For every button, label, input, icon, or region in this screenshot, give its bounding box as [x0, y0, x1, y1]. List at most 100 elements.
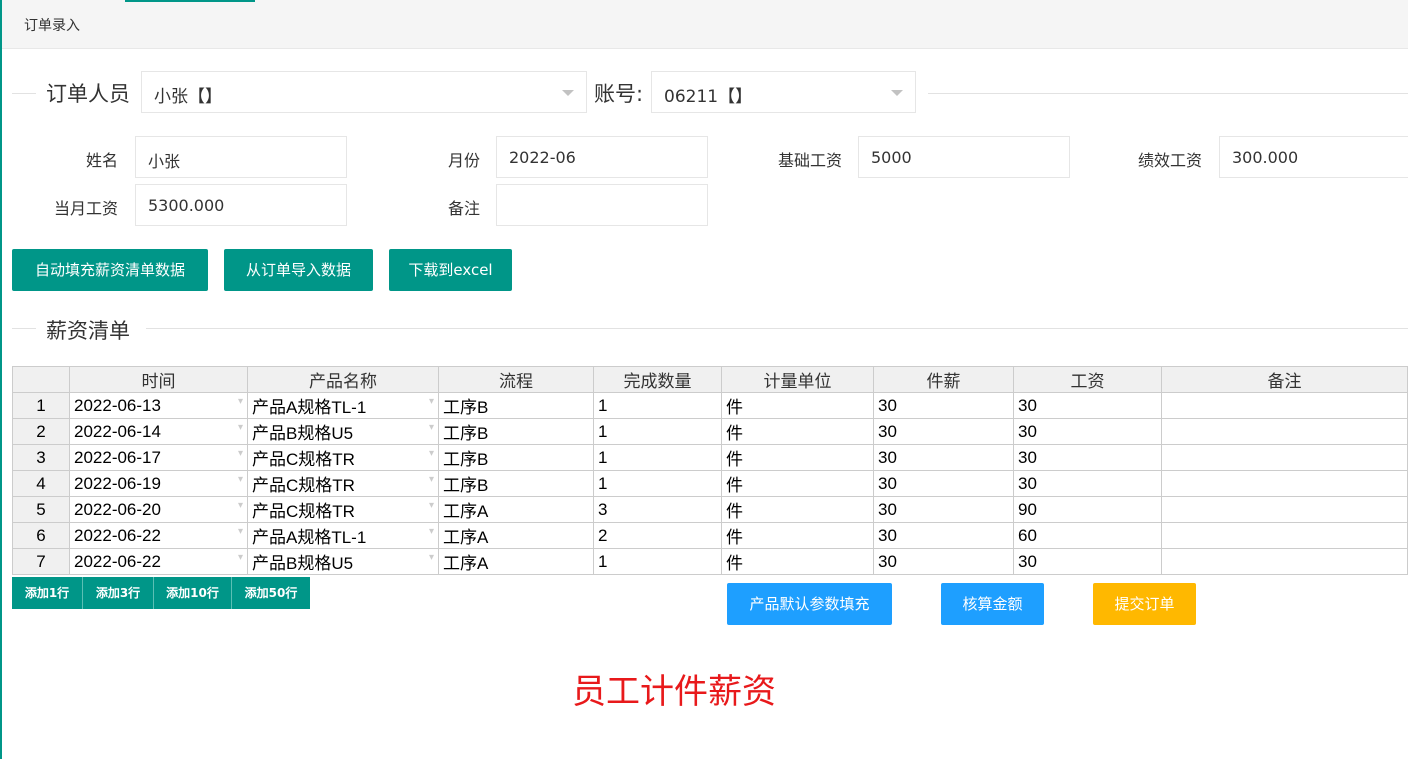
remark-cell[interactable]: [1161, 522, 1408, 549]
process-cell[interactable]: 工序B: [438, 392, 594, 419]
remark-cell[interactable]: [1161, 418, 1408, 445]
piece-rate-cell[interactable]: 30: [873, 496, 1014, 523]
unit-cell[interactable]: 件: [721, 496, 874, 523]
calculate-amount-button[interactable]: 核算金额: [941, 583, 1044, 625]
remark-cell[interactable]: [1161, 392, 1408, 419]
monthly-salary-input[interactable]: 5300.000: [135, 184, 347, 226]
salary-table: 时间 产品名称 流程 完成数量 计量单位 件薪 工资 备注 1 2022-06-…: [12, 366, 1408, 575]
add-10-rows-button[interactable]: 添加10行: [154, 577, 232, 609]
product-cell[interactable]: 产品B规格U5: [247, 548, 439, 575]
piece-rate-cell[interactable]: 30: [873, 444, 1014, 471]
quantity-cell[interactable]: 3: [593, 496, 722, 523]
product-cell[interactable]: 产品A规格TL-1: [247, 522, 439, 549]
time-cell[interactable]: 2022-06-19: [69, 470, 248, 497]
auto-fill-button[interactable]: 自动填充薪资清单数据: [12, 249, 208, 291]
remark-cell[interactable]: [1161, 444, 1408, 471]
process-cell[interactable]: 工序B: [438, 470, 594, 497]
piece-rate-cell[interactable]: 30: [873, 418, 1014, 445]
fieldset-line-left: [12, 93, 36, 94]
time-cell[interactable]: 2022-06-22: [69, 548, 248, 575]
wage-cell[interactable]: 30: [1013, 418, 1162, 445]
tab-order-entry[interactable]: 订单录入: [24, 15, 80, 35]
column-header-process[interactable]: 流程: [438, 366, 594, 393]
wage-cell[interactable]: 60: [1013, 522, 1162, 549]
wage-cell[interactable]: 30: [1013, 392, 1162, 419]
time-cell[interactable]: 2022-06-22: [69, 522, 248, 549]
piece-rate-cell[interactable]: 30: [873, 392, 1014, 419]
order-person-select[interactable]: 小张【】: [141, 71, 587, 113]
remark-label: 备注: [447, 199, 480, 218]
piece-rate-cell[interactable]: 30: [873, 548, 1014, 575]
name-input[interactable]: 小张: [135, 136, 347, 178]
base-salary-label: 基础工资: [777, 151, 842, 170]
column-header-remark[interactable]: 备注: [1161, 366, 1408, 393]
quantity-cell[interactable]: 1: [593, 392, 722, 419]
tab-bar: 订单录入: [2, 0, 1408, 49]
salary-fieldset-line-right: [146, 328, 1408, 329]
remark-cell[interactable]: [1161, 548, 1408, 575]
column-header-quantity[interactable]: 完成数量: [593, 366, 722, 393]
download-excel-button[interactable]: 下载到excel: [389, 249, 512, 291]
account-label: 账号:: [594, 78, 644, 108]
product-cell[interactable]: 产品B规格U5: [247, 418, 439, 445]
column-header-piece-rate[interactable]: 件薪: [873, 366, 1014, 393]
process-cell[interactable]: 工序B: [438, 444, 594, 471]
product-default-fill-button[interactable]: 产品默认参数填充: [727, 583, 892, 625]
row-number: 5: [12, 496, 70, 523]
quantity-cell[interactable]: 1: [593, 470, 722, 497]
remark-cell[interactable]: [1161, 496, 1408, 523]
base-salary-input[interactable]: 5000: [858, 136, 1070, 178]
add-1-row-button[interactable]: 添加1行: [12, 577, 83, 609]
unit-cell[interactable]: 件: [721, 418, 874, 445]
product-cell[interactable]: 产品C规格TR: [247, 470, 439, 497]
quantity-cell[interactable]: 1: [593, 548, 722, 575]
monthly-salary-label: 当月工资: [53, 199, 118, 218]
wage-cell[interactable]: 90: [1013, 496, 1162, 523]
time-cell[interactable]: 2022-06-13: [69, 392, 248, 419]
table-row: 1 2022-06-13 产品A规格TL-1 工序B 1 件 30 30: [12, 392, 1408, 419]
add-3-rows-button[interactable]: 添加3行: [83, 577, 154, 609]
unit-cell[interactable]: 件: [721, 392, 874, 419]
unit-cell[interactable]: 件: [721, 522, 874, 549]
piece-rate-cell[interactable]: 30: [873, 470, 1014, 497]
quantity-cell[interactable]: 1: [593, 418, 722, 445]
column-header-product[interactable]: 产品名称: [247, 366, 439, 393]
column-header-time[interactable]: 时间: [69, 366, 248, 393]
account-select[interactable]: 06211【】: [651, 71, 916, 113]
performance-salary-input[interactable]: 300.000: [1219, 136, 1408, 178]
import-orders-button[interactable]: 从订单导入数据: [224, 249, 373, 291]
time-cell[interactable]: 2022-06-20: [69, 496, 248, 523]
salary-list-title: 薪资清单: [46, 315, 130, 345]
wage-cell[interactable]: 30: [1013, 548, 1162, 575]
wage-cell[interactable]: 30: [1013, 444, 1162, 471]
unit-cell[interactable]: 件: [721, 470, 874, 497]
product-cell[interactable]: 产品C规格TR: [247, 444, 439, 471]
process-cell[interactable]: 工序A: [438, 496, 594, 523]
time-cell[interactable]: 2022-06-17: [69, 444, 248, 471]
column-header-wage[interactable]: 工资: [1013, 366, 1162, 393]
unit-cell[interactable]: 件: [721, 444, 874, 471]
tab-active-indicator: [125, 0, 255, 2]
remark-cell[interactable]: [1161, 470, 1408, 497]
process-cell[interactable]: 工序A: [438, 548, 594, 575]
submit-order-button[interactable]: 提交订单: [1093, 583, 1196, 625]
table-row: 3 2022-06-17 产品C规格TR 工序B 1 件 30 30: [12, 444, 1408, 471]
quantity-cell[interactable]: 1: [593, 444, 722, 471]
add-50-rows-button[interactable]: 添加50行: [232, 577, 310, 609]
month-input[interactable]: 2022-06: [496, 136, 708, 178]
wage-cell[interactable]: 30: [1013, 470, 1162, 497]
row-number: 1: [12, 392, 70, 419]
product-cell[interactable]: 产品C规格TR: [247, 496, 439, 523]
order-person-label: 订单人员: [46, 78, 130, 108]
process-cell[interactable]: 工序B: [438, 418, 594, 445]
page-caption: 员工计件薪资: [572, 672, 776, 712]
piece-rate-cell[interactable]: 30: [873, 522, 1014, 549]
unit-cell[interactable]: 件: [721, 548, 874, 575]
row-number: 6: [12, 522, 70, 549]
remark-input[interactable]: [496, 184, 708, 226]
time-cell[interactable]: 2022-06-14: [69, 418, 248, 445]
product-cell[interactable]: 产品A规格TL-1: [247, 392, 439, 419]
quantity-cell[interactable]: 2: [593, 522, 722, 549]
process-cell[interactable]: 工序A: [438, 522, 594, 549]
column-header-unit[interactable]: 计量单位: [721, 366, 874, 393]
